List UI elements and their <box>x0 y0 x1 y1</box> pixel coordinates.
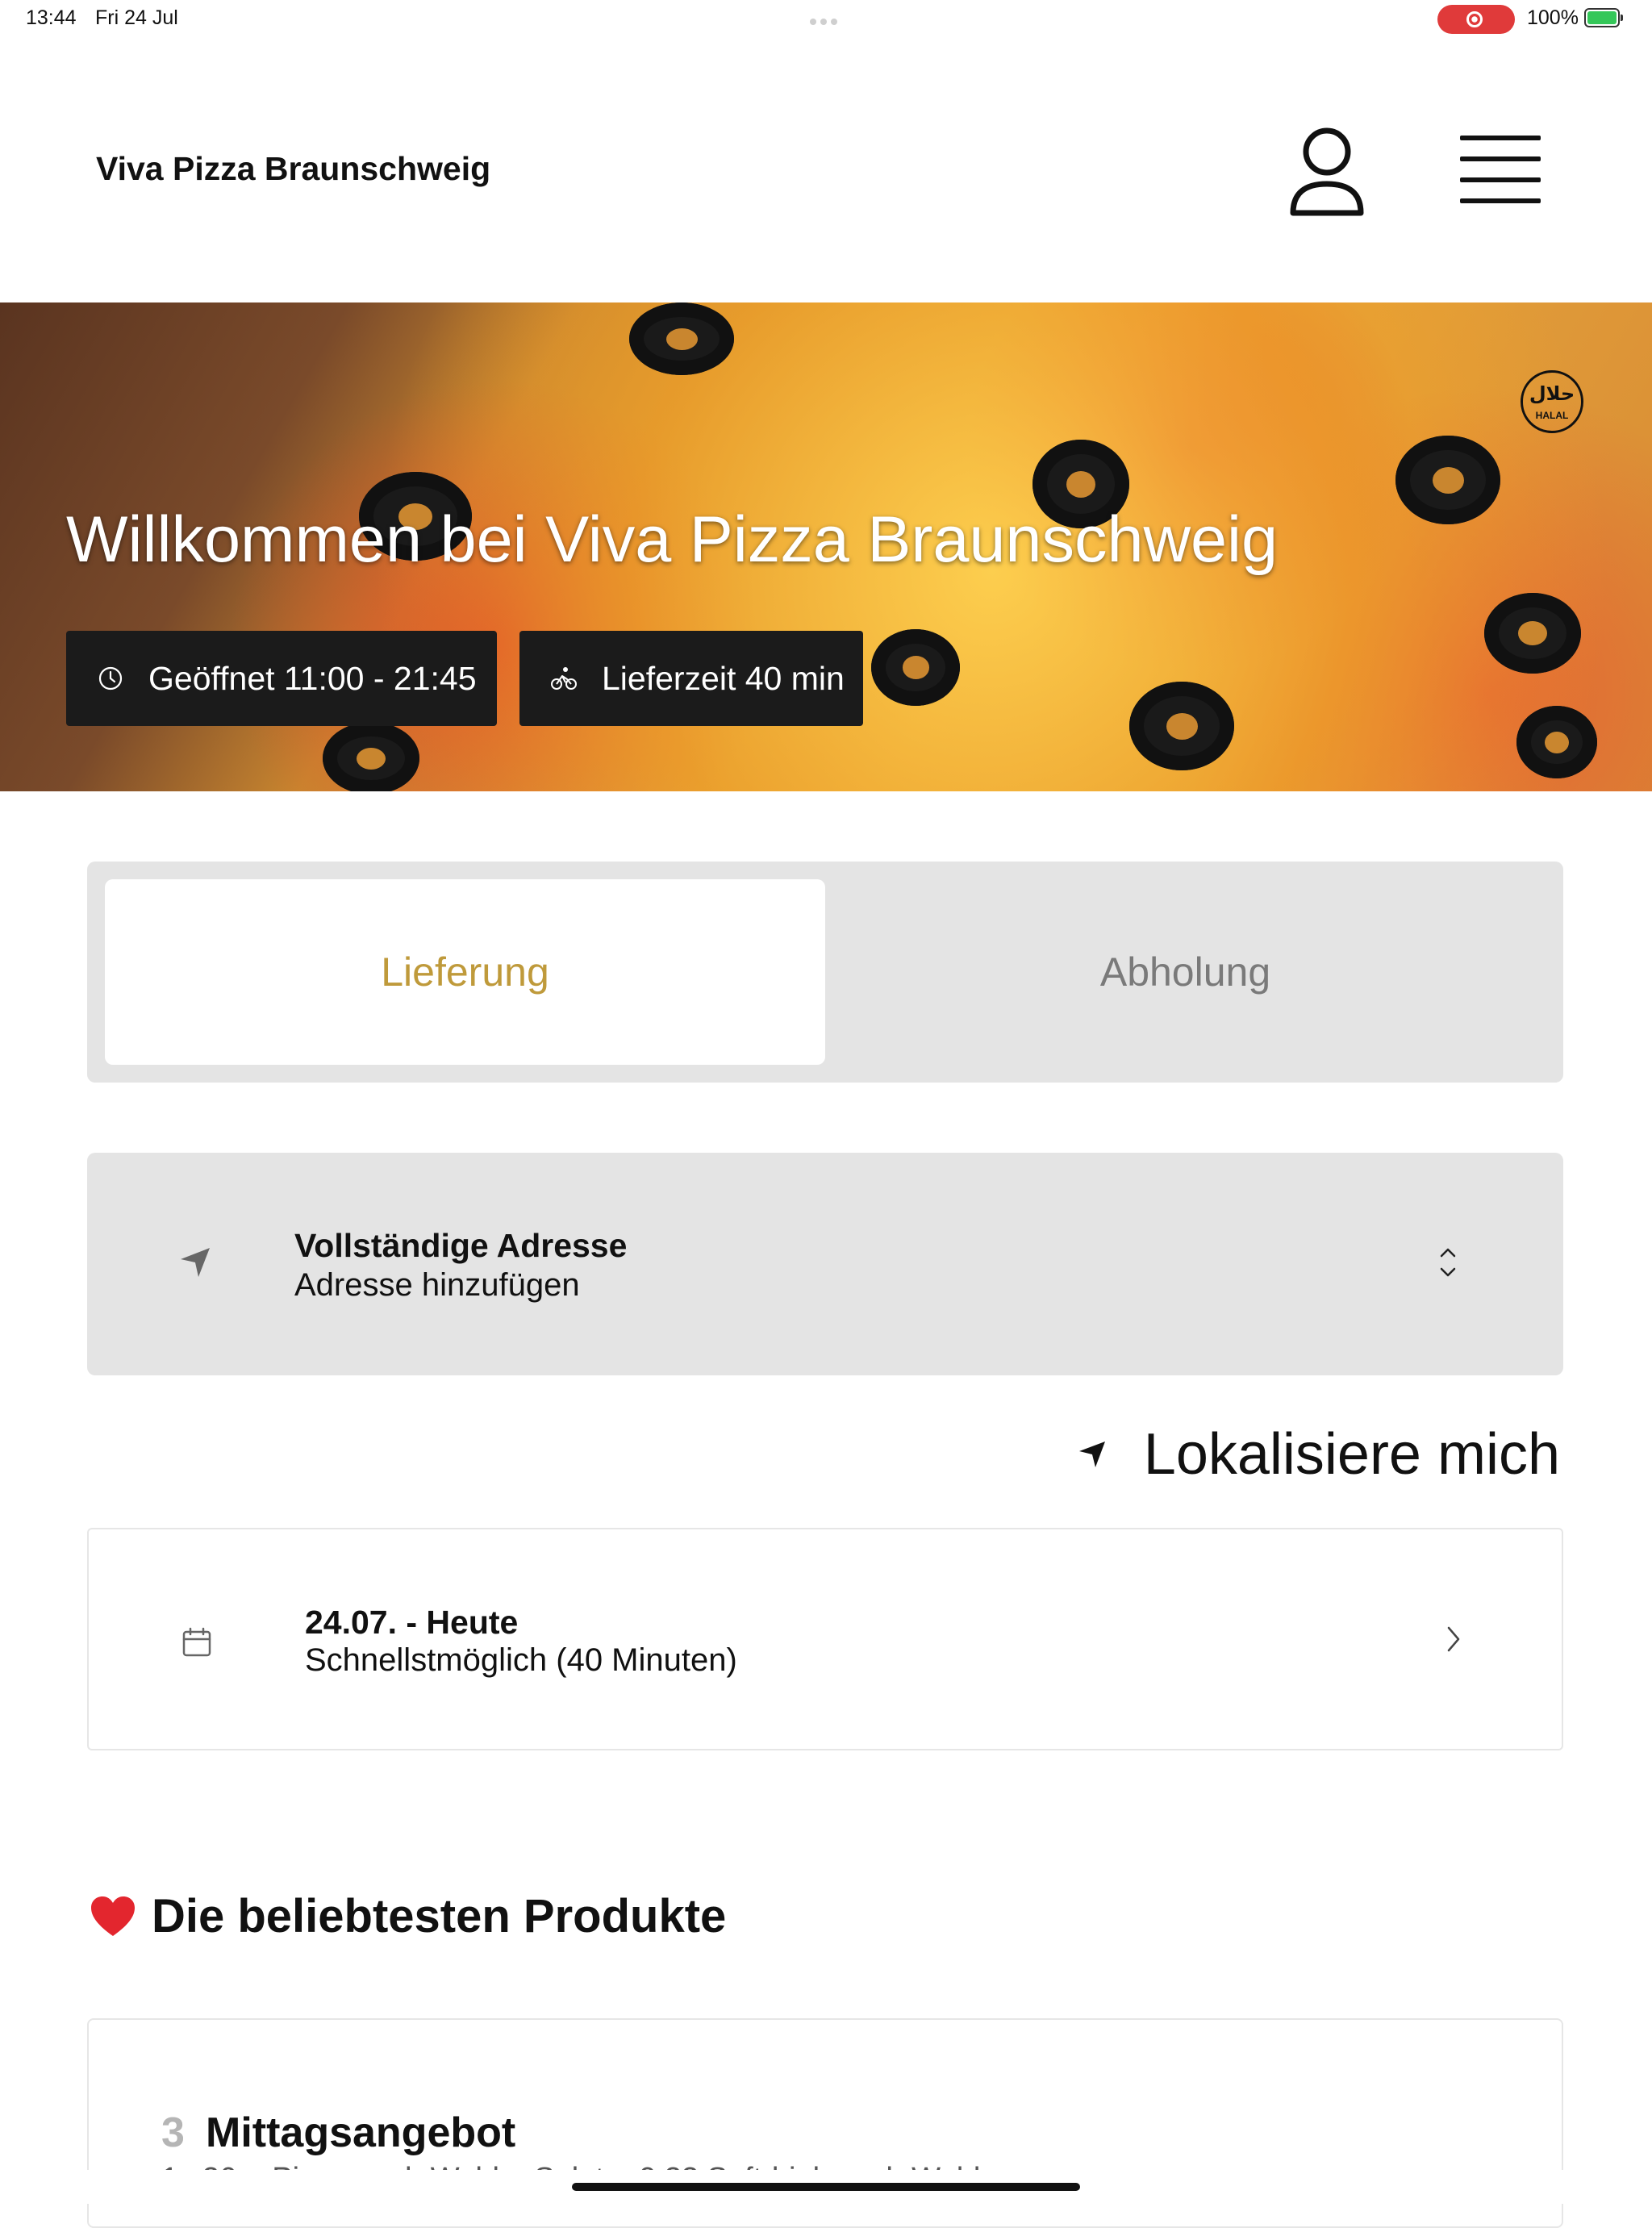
popular-products-heading: Die beliebtesten Produkte <box>89 1889 726 1943</box>
calendar-icon <box>182 1627 211 1657</box>
popular-products-title: Die beliebtesten Produkte <box>152 1890 727 1942</box>
screen-recording-icon[interactable] <box>1437 5 1515 34</box>
olive-decoration <box>1516 706 1597 778</box>
olive-decoration <box>1395 436 1500 524</box>
olive-decoration <box>323 722 419 791</box>
hero-title: Willkommen bei Viva Pizza Braunschweig <box>66 503 1279 576</box>
locate-me-button[interactable]: Lokalisiere mich <box>1076 1421 1560 1487</box>
status-date: Fri 24 Jul <box>95 6 178 29</box>
opening-hours-badge: Geöffnet 11:00 - 21:45 <box>66 631 497 726</box>
location-arrow-icon <box>1078 1442 1105 1467</box>
opening-hours-text: Geöffnet 11:00 - 21:45 <box>148 659 477 697</box>
olive-decoration <box>629 302 734 375</box>
multitask-dots-icon[interactable] <box>810 15 842 25</box>
order-type-toggle: Lieferung Abholung <box>87 862 1563 1083</box>
chevron-up-down-icon <box>1440 1248 1456 1277</box>
site-brand[interactable]: Viva Pizza Braunschweig <box>96 150 490 188</box>
status-bar: 13:44 Fri 24 Jul 100% <box>0 0 1652 39</box>
halal-arabic-text: حلال <box>1529 382 1575 405</box>
hamburger-menu-icon[interactable] <box>1460 136 1541 205</box>
user-icon[interactable] <box>1287 123 1367 219</box>
hero-banner: حلال HALAL Willkommen bei Viva Pizza Bra… <box>0 302 1652 791</box>
clock-icon <box>98 666 123 691</box>
address-label: Vollständige Adresse <box>294 1227 628 1264</box>
chevron-right-icon <box>1447 1626 1460 1652</box>
product-number: 3 <box>161 2109 185 2156</box>
heart-icon <box>91 1896 135 1936</box>
olive-decoration <box>1129 682 1234 770</box>
locate-me-label: Lokalisiere mich <box>1143 1422 1560 1487</box>
olive-decoration <box>1484 593 1581 674</box>
halal-text: HALAL <box>1535 410 1569 421</box>
tab-delivery[interactable]: Lieferung <box>105 879 825 1065</box>
tab-pickup[interactable]: Abholung <box>825 879 1546 1065</box>
home-indicator[interactable] <box>572 2183 1080 2191</box>
location-arrow-icon <box>181 1248 210 1277</box>
battery-percent: 100% <box>1527 6 1579 29</box>
olive-decoration <box>871 629 960 706</box>
bicycle-icon <box>551 667 577 690</box>
address-value: Adresse hinzufügen <box>294 1267 580 1303</box>
status-time: 13:44 <box>26 6 77 29</box>
delivery-time-badge: Lieferzeit 40 min <box>519 631 863 726</box>
delivery-time-text: Lieferzeit 40 min <box>602 659 845 697</box>
battery-icon <box>1584 8 1623 27</box>
selected-date: 24.07. - Heute <box>305 1604 519 1641</box>
product-name: Mittagsangebot <box>206 2109 516 2156</box>
address-selector[interactable]: Vollständige Adresse Adresse hinzufügen <box>87 1153 1563 1375</box>
delivery-time-selector[interactable]: 24.07. - Heute Schnellstmöglich (40 Minu… <box>87 1528 1563 1750</box>
selected-time: Schnellstmöglich (40 Minuten) <box>305 1642 737 1678</box>
halal-badge-icon: حلال HALAL <box>1521 370 1583 433</box>
